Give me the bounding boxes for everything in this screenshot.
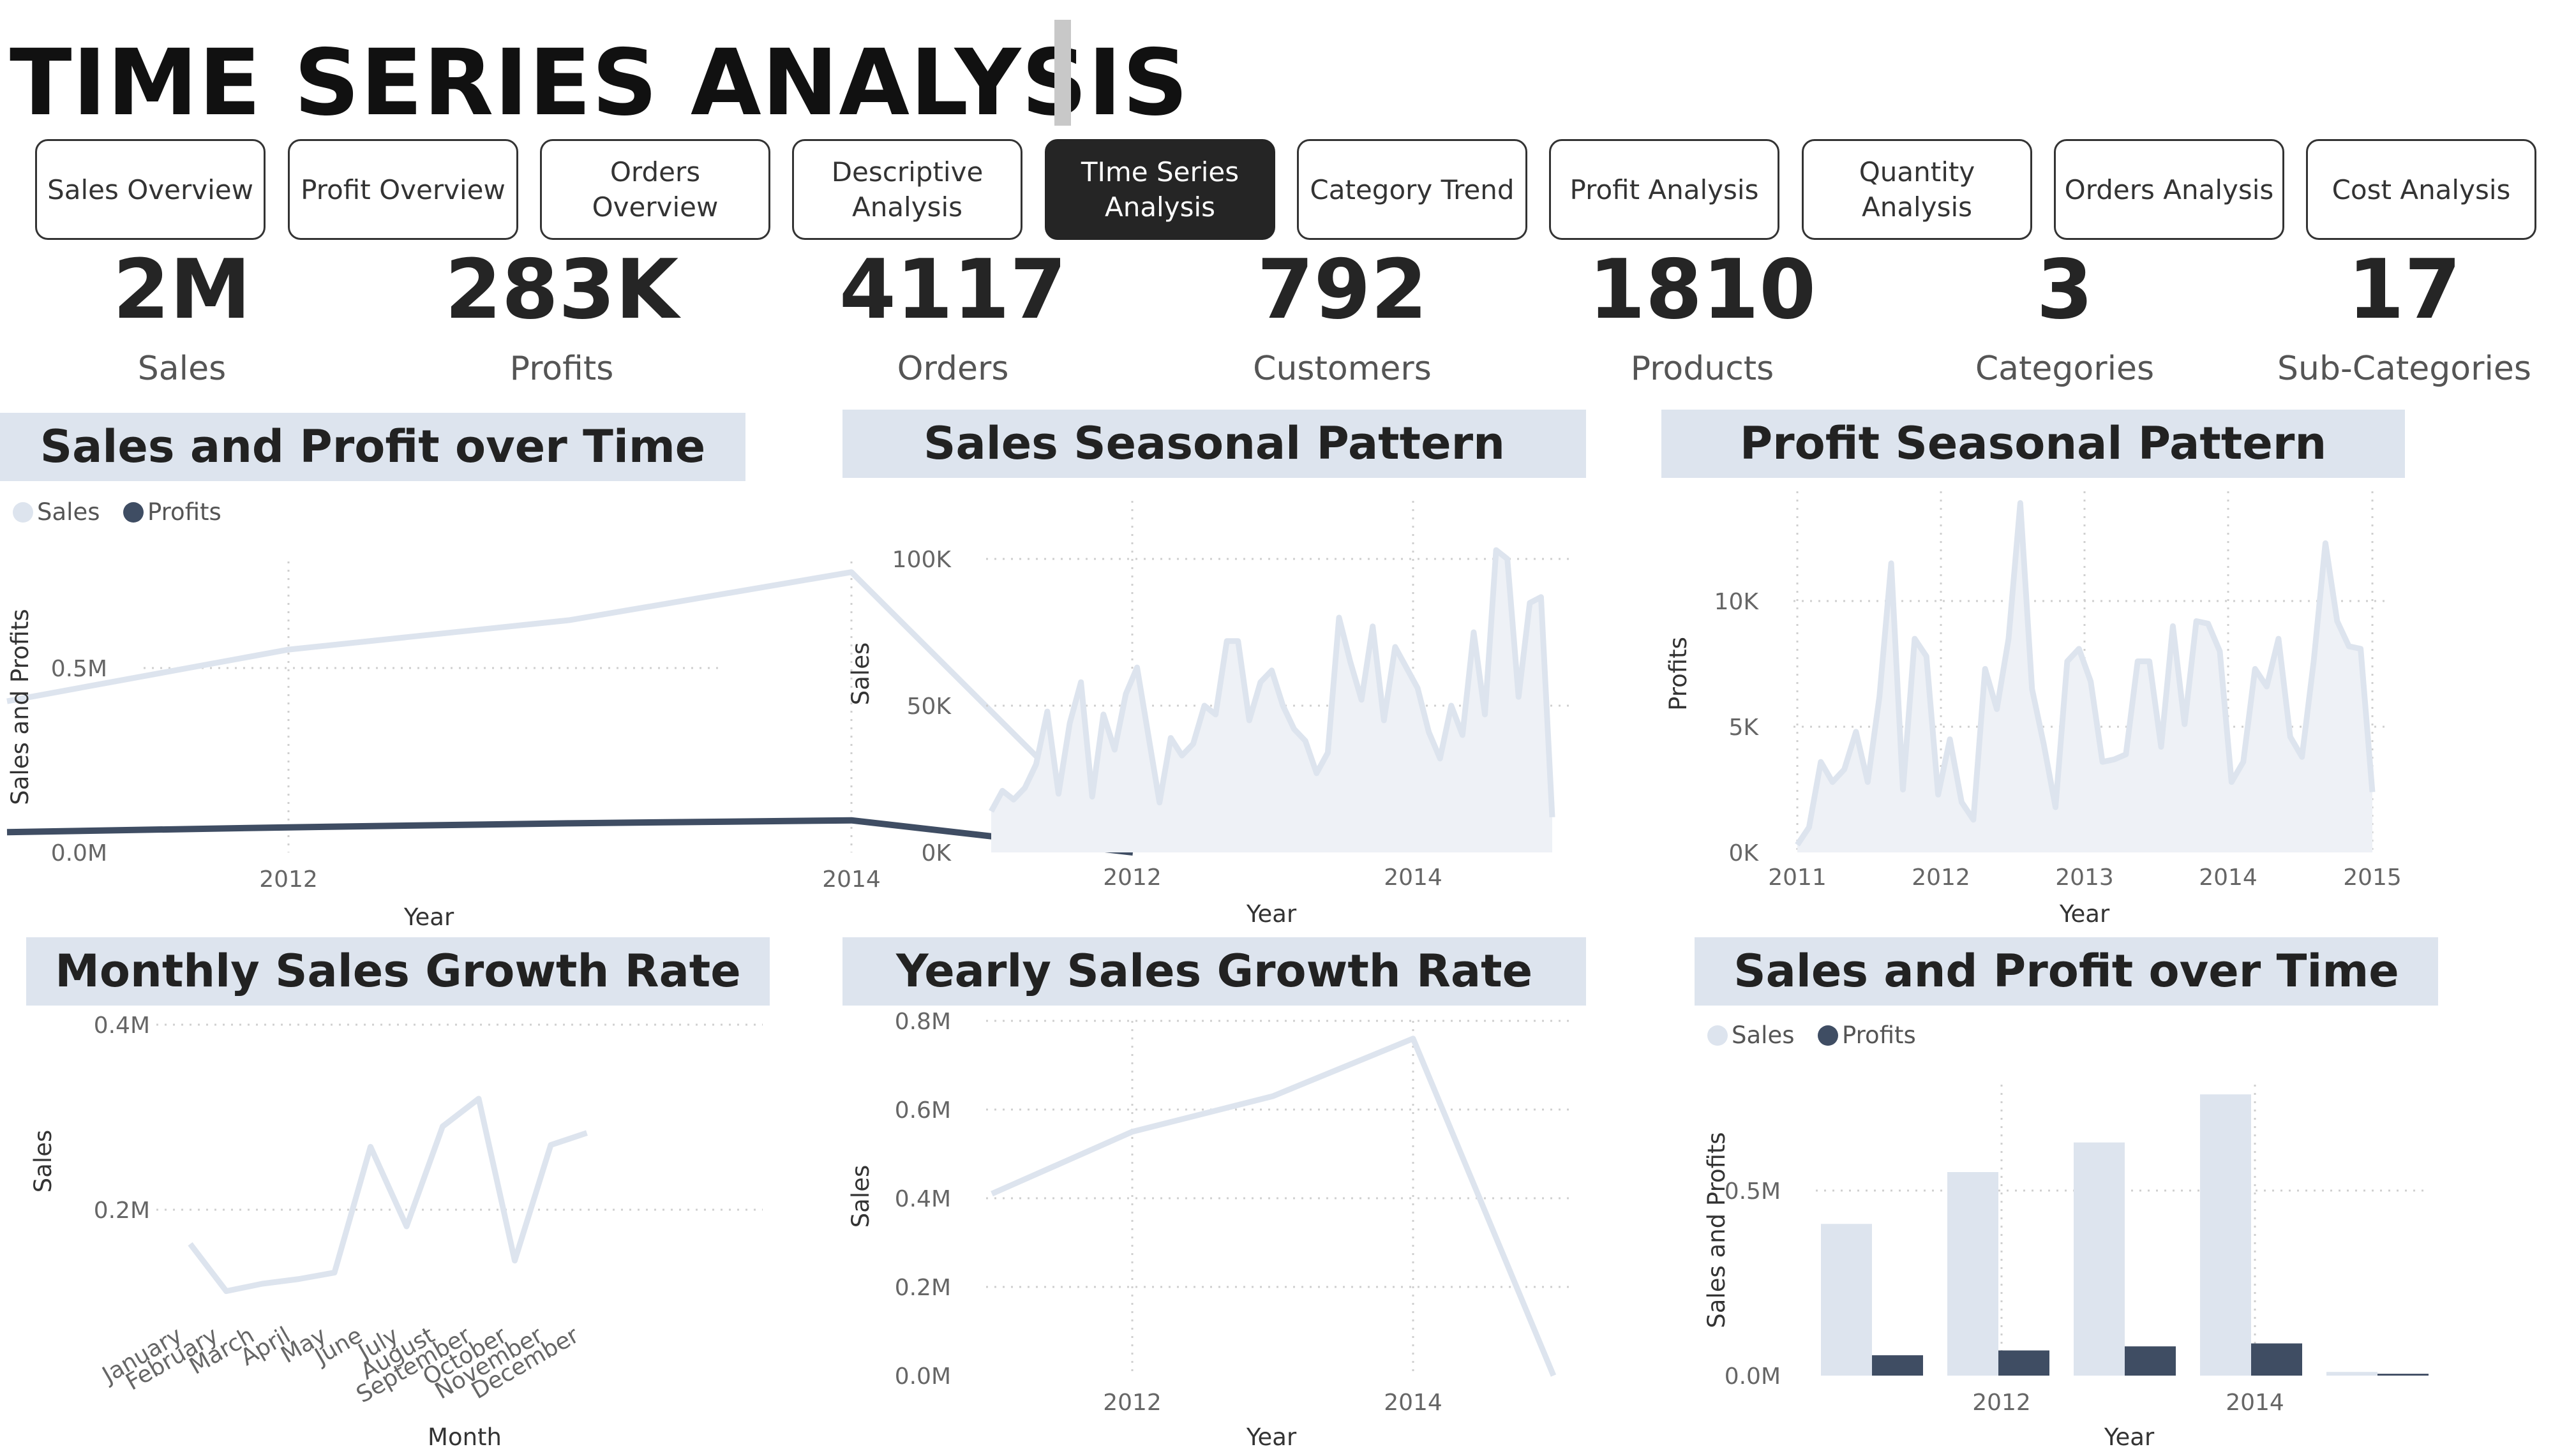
- x-tick-label: 2012: [1912, 865, 1970, 891]
- x-axis-title: Year: [2059, 900, 2110, 928]
- x-tick-label: 2011: [1768, 865, 1827, 891]
- legend-marker-sales: [1707, 1025, 1728, 1046]
- y-tick-label: 0.4M: [94, 1013, 150, 1039]
- series-line-sales: [6, 569, 1135, 855]
- legend-label-sales: Sales: [1732, 1021, 1794, 1049]
- legend-marker-sales: [13, 502, 33, 523]
- bar-sales-2014: [2200, 1094, 2251, 1376]
- y-tick-label: 0.0M: [895, 1363, 951, 1390]
- y-axis-title: Profits: [1665, 637, 1692, 711]
- y-tick-label: 0.2M: [94, 1198, 150, 1224]
- legend-marker-profits: [1818, 1025, 1838, 1046]
- y-tick-label: 0.2M: [895, 1275, 951, 1301]
- y-tick-label: 0.0M: [51, 840, 107, 866]
- x-tick-label: 2012: [1103, 1390, 1162, 1416]
- yearly-sales-line: [991, 1036, 1557, 1377]
- y-tick-label: 0.5M: [1725, 1178, 1781, 1205]
- bar-profits-2011: [1872, 1355, 1923, 1376]
- x-tick-label: 2015: [2343, 865, 2402, 891]
- bar-profits-2015: [2377, 1374, 2429, 1376]
- x-tick-label: 2014: [2226, 1390, 2284, 1416]
- y-tick-label: 0.4M: [895, 1186, 951, 1212]
- y-axis-title: Sales: [847, 643, 874, 705]
- x-tick-label: 2014: [822, 866, 881, 893]
- legend-label-sales: Sales: [37, 498, 100, 526]
- y-tick-label: 0.8M: [895, 1009, 951, 1035]
- bar-profits-2014: [2251, 1343, 2302, 1376]
- x-axis-title: Month: [428, 1423, 502, 1451]
- bar-sales-2012: [1947, 1172, 1998, 1376]
- bar-sales-2015: [2326, 1372, 2377, 1376]
- x-tick-label: 2012: [1972, 1390, 2031, 1416]
- bar-profits-2013: [2125, 1346, 2176, 1376]
- charts-canvas: 0.0M 0.5M Sales Profits 2012 2014 Year Sales an…: [6, 491, 2429, 1451]
- x-axis-title: Year: [1246, 900, 1297, 928]
- x-tick-label: 2014: [1384, 865, 1442, 891]
- x-axis-title: Year: [1246, 1423, 1297, 1451]
- x-tick-label: 2012: [1103, 865, 1162, 891]
- y-tick-label: 10K: [1714, 589, 1760, 615]
- x-axis-title: Year: [403, 903, 454, 931]
- y-tick-label: 50K: [907, 694, 952, 720]
- bar-sales-2013: [2074, 1142, 2125, 1376]
- y-tick-label: 0.5M: [51, 656, 107, 682]
- y-tick-label: 5K: [1728, 715, 1759, 741]
- series-line-profits: [6, 817, 1134, 856]
- y-tick-label: 100K: [892, 547, 952, 573]
- x-tick-label: 2014: [2199, 865, 2257, 891]
- monthly-sales-line: [188, 1096, 588, 1295]
- y-axis-title: Sales: [29, 1130, 57, 1192]
- y-axis-title: Sales and Profits: [6, 609, 34, 805]
- legend-label-profits: Profits: [1842, 1021, 1916, 1049]
- legend-label-profits: Profits: [147, 498, 221, 526]
- y-tick-label: 0K: [921, 840, 952, 866]
- y-tick-label: 0.6M: [895, 1097, 951, 1124]
- legend-marker-profits: [123, 502, 144, 523]
- y-tick-label: 0K: [1728, 840, 1759, 866]
- x-tick-label: 2013: [2055, 865, 2114, 891]
- x-axis-title: Year: [2104, 1423, 2155, 1451]
- y-axis-title: Sales: [847, 1165, 874, 1228]
- x-tick-label: 2012: [259, 866, 318, 893]
- y-axis-title: Sales and Profits: [1703, 1132, 1730, 1328]
- bar-sales-2011: [1821, 1224, 1872, 1376]
- bar-profits-2012: [1998, 1350, 2049, 1376]
- x-tick-label: 2014: [1384, 1390, 1442, 1416]
- y-tick-label: 0.0M: [1725, 1363, 1781, 1390]
